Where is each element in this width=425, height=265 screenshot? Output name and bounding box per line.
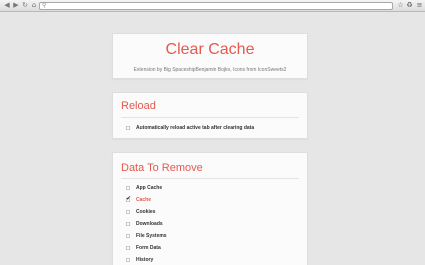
- checkbox[interactable]: [126, 186, 130, 190]
- credit-text: Extension by Big SpaceshipBenjamin Bojko…: [133, 67, 287, 73]
- divider: [121, 117, 299, 118]
- option-label: App Cache: [136, 185, 163, 191]
- option-label: History: [136, 257, 154, 263]
- reload-option[interactable]: Automatically reload active tab after cl…: [126, 124, 254, 132]
- checkbox[interactable]: [126, 246, 130, 250]
- reload-checkbox[interactable]: [126, 126, 130, 130]
- checkbox[interactable]: [126, 222, 130, 226]
- reload-icon[interactable]: ↻: [21, 1, 29, 10]
- wrench-icon[interactable]: ≡: [415, 1, 424, 10]
- option-label: File Systems: [136, 233, 167, 239]
- divider: [121, 178, 299, 179]
- option-cookies[interactable]: Cookies: [126, 208, 155, 216]
- data-to-remove-heading: Data To Remove: [121, 162, 203, 174]
- option-label: Cookies: [136, 209, 156, 215]
- browser-toolbar: ◀ ▶ ↻ ⌂ ⚲ ☆ ♻ ≡: [0, 0, 425, 12]
- option-form-data[interactable]: Form Data: [126, 244, 161, 252]
- search-icon: ⚲: [42, 2, 47, 9]
- option-cache[interactable]: Cache: [126, 195, 152, 204]
- option-label: Downloads: [136, 221, 163, 227]
- checkbox[interactable]: [126, 234, 130, 238]
- checkbox[interactable]: [126, 258, 130, 262]
- home-icon[interactable]: ⌂: [30, 1, 38, 10]
- reload-heading: Reload: [121, 100, 156, 112]
- forward-arrow-icon[interactable]: ▶: [12, 1, 20, 10]
- header-card: Clear Cache Extension by Big SpaceshipBe…: [112, 33, 308, 79]
- option-downloads[interactable]: Downloads: [126, 220, 163, 228]
- star-icon[interactable]: ☆: [396, 1, 405, 10]
- checkbox-checked[interactable]: [126, 195, 131, 202]
- option-history[interactable]: History: [126, 256, 153, 264]
- option-file-systems[interactable]: File Systems: [126, 232, 167, 240]
- option-app-cache[interactable]: App Cache: [126, 184, 162, 192]
- data-to-remove-section: Data To Remove App Cache Cache Cookies D…: [112, 152, 308, 265]
- checkbox[interactable]: [126, 210, 130, 214]
- back-arrow-icon[interactable]: ◀: [3, 1, 11, 10]
- reload-section: Reload Automatically reload active tab a…: [112, 92, 308, 139]
- extension-icon[interactable]: ♻: [405, 1, 414, 10]
- address-bar[interactable]: ⚲: [39, 2, 393, 10]
- page-title: Clear Cache: [165, 41, 255, 58]
- reload-option-label: Automatically reload active tab after cl…: [136, 125, 255, 131]
- option-label: Cache: [136, 197, 152, 203]
- option-label: Form Data: [136, 245, 161, 251]
